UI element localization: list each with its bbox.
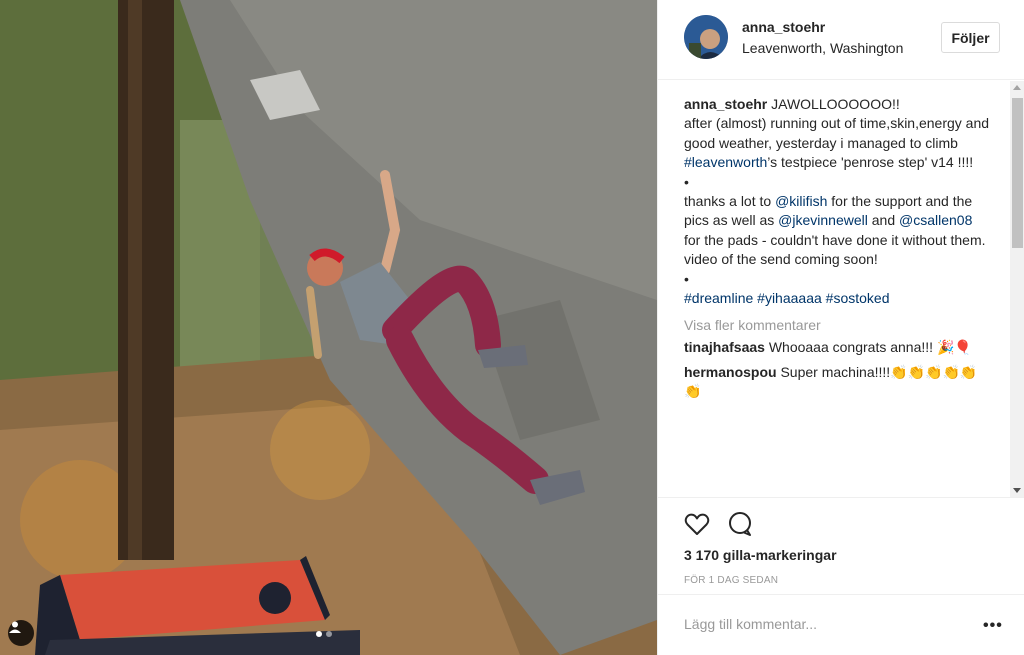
mention-link[interactable]: @kilifish: [775, 193, 827, 209]
scrollbar-thumb[interactable]: [1012, 98, 1023, 248]
mention-link[interactable]: @jkevinnewell: [778, 212, 868, 228]
carousel-dot-active: [316, 631, 322, 637]
post-header: anna_stoehr Leavenworth, Washington Följ…: [658, 0, 1024, 80]
post-caption: anna_stoehr JAWOLLOOOOOO!! after (almost…: [684, 95, 990, 308]
comment-text: Whooaaa congrats anna!!! 🎉🎈: [768, 339, 972, 356]
post-timestamp[interactable]: FÖR 1 DAG SEDAN: [684, 575, 778, 586]
comments-list: anna_stoehr JAWOLLOOOOOO!! after (almost…: [658, 81, 1013, 497]
caption-bullet: •: [684, 270, 689, 287]
hashtag-link[interactable]: #sostoked: [826, 290, 890, 306]
caption-text: ’s testpiece 'penrose step' v14 !!!!: [767, 154, 974, 171]
like-heart-icon[interactable]: [683, 510, 711, 538]
caption-text: and: [867, 212, 899, 229]
caption-text: for the pads - couldn't have done it wit…: [684, 231, 986, 268]
carousel-dot: [326, 631, 332, 637]
caption-username[interactable]: anna_stoehr: [684, 96, 767, 112]
hashtag-link[interactable]: #yihaaaaa: [757, 290, 822, 306]
more-options-icon[interactable]: •••: [983, 617, 1003, 635]
comment-username[interactable]: hermanospou: [684, 364, 777, 380]
caption-text: JAWOLLOOOOOO!!: [767, 96, 900, 112]
caption-bullet: •: [684, 173, 689, 190]
hashtag-link[interactable]: #leavenworth: [684, 154, 767, 170]
add-comment-input[interactable]: [684, 613, 964, 635]
scroll-up-arrow-icon[interactable]: [1013, 85, 1021, 90]
comment-username[interactable]: tinajhafsaas: [684, 339, 765, 355]
post-side-panel: anna_stoehr Leavenworth, Washington Följ…: [657, 0, 1024, 655]
user-tag-icon[interactable]: [8, 620, 34, 646]
post-actions: 3 170 gilla-markeringar FÖR 1 DAG SEDAN …: [658, 497, 1024, 655]
hashtag-link[interactable]: #dreamline: [684, 290, 753, 306]
likes-count[interactable]: 3 170 gilla-markeringar: [684, 547, 837, 563]
post-location[interactable]: Leavenworth, Washington: [742, 40, 903, 56]
follow-button[interactable]: Följer: [941, 22, 1000, 53]
add-comment-section: •••: [658, 594, 1024, 655]
climbing-photo-illustration: [0, 0, 657, 655]
view-more-comments-link[interactable]: Visa fler kommentarer: [684, 317, 1013, 333]
caption-text: thanks a lot to: [684, 193, 776, 210]
comments-scrollbar[interactable]: [1010, 81, 1024, 497]
caption-text: after (almost) running out of time,skin,…: [684, 115, 990, 151]
avatar[interactable]: [684, 15, 728, 59]
post-author-username[interactable]: anna_stoehr: [742, 19, 825, 35]
comment-bubble-icon[interactable]: [726, 510, 754, 538]
post-photo[interactable]: [0, 0, 657, 655]
scroll-down-arrow-icon[interactable]: [1013, 488, 1021, 493]
avatar-image: [684, 15, 728, 59]
carousel-indicator: [316, 631, 332, 637]
comment-item: tinajhafsaas Whooaaa congrats anna!!! 🎉🎈: [684, 338, 984, 357]
mention-link[interactable]: @csallen08: [899, 212, 972, 228]
comment-item: hermanospou Super machina!!!!👏👏👏👏👏👏: [684, 363, 984, 402]
